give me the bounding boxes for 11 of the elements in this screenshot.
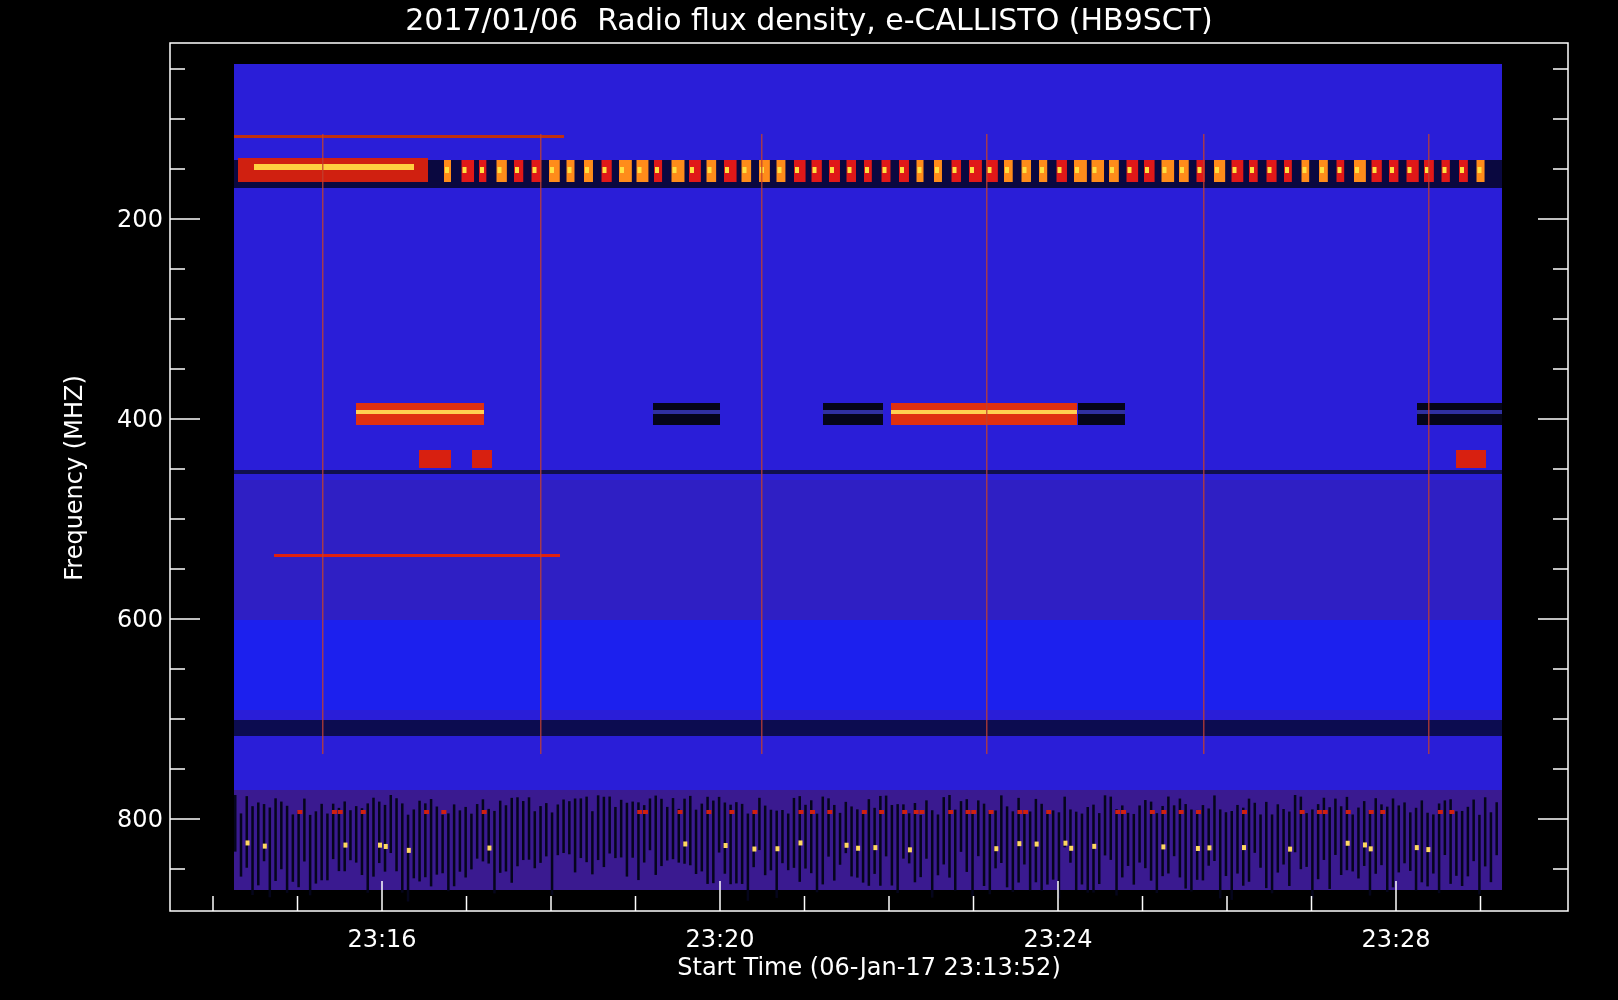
chart-title: 2017/01/06 Radio flux density, e-CALLISTO (HB9SCT) xyxy=(405,2,1213,37)
y-tick-label: 400 xyxy=(117,405,163,433)
y-tick-label: 200 xyxy=(117,205,163,233)
x-tick-label: 23:24 xyxy=(1023,925,1093,953)
y-tick-label: 800 xyxy=(117,805,163,833)
y-tick-label: 600 xyxy=(117,605,163,633)
x-tick-label: 23:28 xyxy=(1361,925,1431,953)
x-tick-label: 23:20 xyxy=(685,925,755,953)
x-axis-label: Start Time (06-Jan-17 23:13:52) xyxy=(677,953,1061,981)
y-axis-label: Frequency (MHZ) xyxy=(60,375,88,581)
x-tick-label: 23:16 xyxy=(347,925,417,953)
